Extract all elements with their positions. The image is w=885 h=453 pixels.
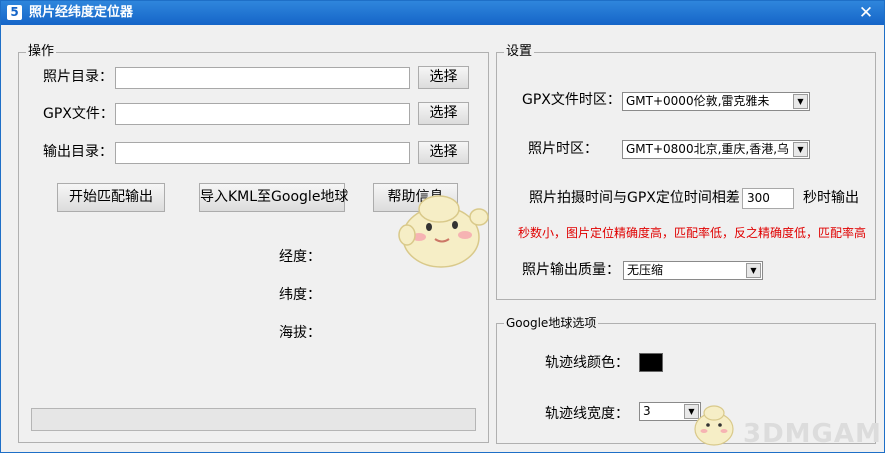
title-bar[interactable]: 5 照片经纬度定位器 ✕ xyxy=(1,1,884,25)
output-quality-value: 无压缩 xyxy=(627,263,664,277)
photo-dir-input[interactable] xyxy=(115,67,410,89)
watermark-text: 3DMGAME xyxy=(743,419,885,449)
photo-timezone-select[interactable]: GMT+0800北京,重庆,香港,乌 ▼ xyxy=(622,140,810,159)
gpx-timezone-select[interactable]: GMT+0000伦敦,雷克雅未 ▼ xyxy=(622,92,810,111)
output-quality-select[interactable]: 无压缩 ▼ xyxy=(623,261,763,280)
import-kml-button[interactable]: 导入KML至Google地球 xyxy=(199,183,348,212)
progress-bar xyxy=(31,408,476,431)
accuracy-note: 秒数小，图片定位精确度高，匹配率低，反之精确度低，匹配率高 xyxy=(518,226,867,240)
operation-legend: 操作 xyxy=(26,44,57,60)
output-dir-input[interactable] xyxy=(115,142,410,164)
gpx-file-label: GPX文件： xyxy=(43,106,114,122)
output-quality-label: 照片输出质量： xyxy=(522,262,620,278)
gpx-timezone-value: GMT+0000伦敦,雷克雅未 xyxy=(626,94,770,108)
time-diff-suffix-label: 秒时输出 xyxy=(803,190,859,206)
photo-timezone-label: 照片时区： xyxy=(528,141,598,157)
gpx-timezone-label: GPX文件时区： xyxy=(522,92,621,108)
latitude-label: 纬度： xyxy=(279,287,321,303)
output-dir-select-button[interactable]: 选择 xyxy=(418,141,469,164)
photo-dir-label: 照片目录： xyxy=(43,69,113,85)
output-dir-label: 输出目录： xyxy=(43,144,113,160)
app-window: 5 照片经纬度定位器 ✕ 操作 照片目录： 选择 GPX文件： 选择 输出目录：… xyxy=(0,0,885,453)
settings-legend: 设置 xyxy=(504,44,535,60)
start-match-button[interactable]: 开始匹配输出 xyxy=(57,183,165,212)
gpx-file-input[interactable] xyxy=(115,103,410,125)
google-options-legend: Google地球选项 xyxy=(504,315,599,331)
photo-timezone-value: GMT+0800北京,重庆,香港,乌 xyxy=(626,142,790,156)
chevron-down-icon: ▼ xyxy=(793,94,808,109)
track-width-label: 轨迹线宽度： xyxy=(545,406,629,422)
gpx-file-select-button[interactable]: 选择 xyxy=(418,102,469,125)
longitude-label: 经度： xyxy=(279,249,321,265)
window-title: 照片经纬度定位器 xyxy=(29,5,134,20)
time-diff-input[interactable]: 300 xyxy=(742,188,794,209)
altitude-label: 海拔： xyxy=(279,325,321,341)
mascot-icon xyxy=(398,195,489,268)
photo-dir-select-button[interactable]: 选择 xyxy=(418,66,469,89)
time-diff-value: 300 xyxy=(747,191,770,205)
chevron-down-icon: ▼ xyxy=(746,263,761,278)
time-diff-label: 照片拍摄时间与GPX定位时间相差 xyxy=(529,190,740,206)
track-width-value: 3 xyxy=(643,404,651,418)
app-icon: 5 xyxy=(7,5,22,20)
track-color-label: 轨迹线颜色： xyxy=(545,355,629,371)
watermark-mascot-icon xyxy=(694,405,734,446)
chevron-down-icon: ▼ xyxy=(793,142,808,157)
track-color-swatch[interactable] xyxy=(639,353,663,372)
close-button[interactable]: ✕ xyxy=(856,3,876,23)
